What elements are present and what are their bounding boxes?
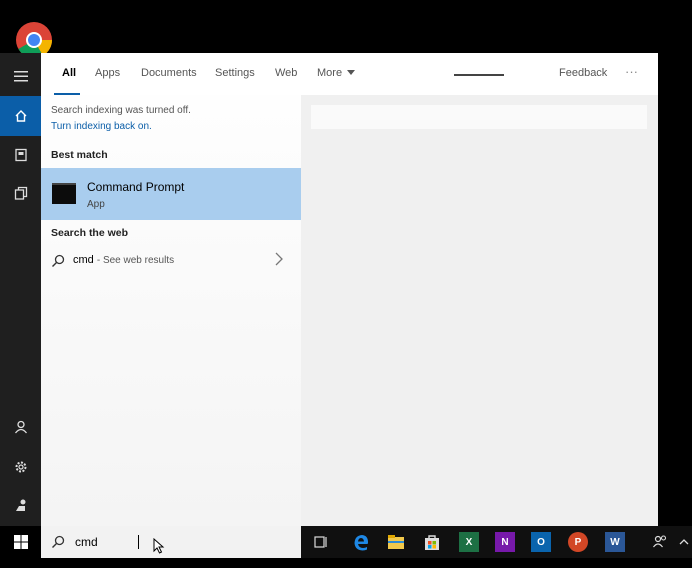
tab-all[interactable]: All xyxy=(62,67,76,79)
result-title: Command Prompt xyxy=(87,180,185,194)
settings-gear-icon[interactable] xyxy=(0,447,41,487)
notebook-icon[interactable] xyxy=(0,135,41,175)
taskbar: X N O P W xyxy=(301,526,692,558)
loading-indicator xyxy=(454,74,504,76)
powerpoint-icon[interactable]: P xyxy=(568,532,588,552)
filter-tab-bar: All Apps Documents Settings Web More Fee… xyxy=(41,53,658,95)
start-rail xyxy=(0,53,41,526)
tab-web[interactable]: Web xyxy=(275,67,297,79)
indexing-notice: Search indexing was turned off. xyxy=(51,105,191,116)
search-icon xyxy=(52,535,65,548)
tab-more[interactable]: More xyxy=(317,67,356,79)
people-icon[interactable] xyxy=(650,532,670,552)
mouse-pointer-icon xyxy=(153,538,165,554)
more-options-button[interactable]: ··· xyxy=(625,64,638,79)
file-explorer-icon[interactable] xyxy=(386,532,406,552)
active-tab-indicator xyxy=(54,93,80,95)
best-match-result[interactable]: Command Prompt App xyxy=(41,168,301,220)
home-icon[interactable] xyxy=(0,96,41,136)
text-caret xyxy=(138,535,139,549)
word-icon[interactable]: W xyxy=(605,532,625,552)
web-hint: - See web results xyxy=(96,255,175,266)
edge-icon[interactable] xyxy=(351,532,371,552)
tab-settings[interactable]: Settings xyxy=(215,67,255,79)
preview-placeholder xyxy=(311,105,647,129)
search-web-heading: Search the web xyxy=(51,227,129,239)
search-icon xyxy=(52,254,65,267)
start-button[interactable] xyxy=(0,526,41,558)
user-icon[interactable] xyxy=(0,407,41,447)
command-prompt-icon xyxy=(52,183,76,204)
web-search-result[interactable]: cmd - See web results xyxy=(41,249,301,273)
indexing-link[interactable]: Turn indexing back on. xyxy=(51,121,152,132)
show-hidden-icons-button[interactable] xyxy=(677,532,691,552)
feedback-person-icon[interactable] xyxy=(0,485,41,525)
tab-documents[interactable]: Documents xyxy=(141,67,197,79)
chevron-right-icon[interactable] xyxy=(274,251,284,267)
task-view-icon[interactable] xyxy=(311,532,331,552)
feedback-link[interactable]: Feedback xyxy=(559,67,607,79)
search-input[interactable]: cmd xyxy=(75,535,98,549)
excel-icon[interactable]: X xyxy=(459,532,479,552)
chevron-down-icon xyxy=(347,70,356,75)
onenote-icon[interactable]: N xyxy=(495,532,515,552)
tab-more-label: More xyxy=(317,67,343,79)
best-match-heading: Best match xyxy=(51,149,108,161)
windows-logo-icon xyxy=(13,535,28,549)
documents-icon[interactable] xyxy=(0,173,41,213)
start-search-panel: All Apps Documents Settings Web More Fee… xyxy=(0,53,658,526)
menu-icon[interactable] xyxy=(0,56,41,96)
outlook-icon[interactable]: O xyxy=(531,532,551,552)
store-icon[interactable] xyxy=(422,532,442,552)
tab-apps[interactable]: Apps xyxy=(95,67,120,79)
taskbar-search-box[interactable]: cmd xyxy=(41,526,301,558)
result-subtitle: App xyxy=(87,199,105,210)
web-query: cmd xyxy=(73,254,94,266)
